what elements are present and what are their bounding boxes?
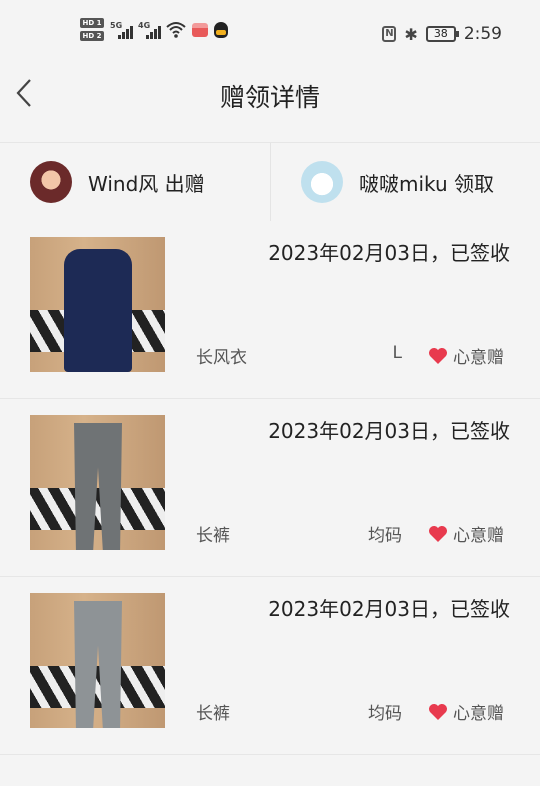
app-notification-icon	[192, 22, 208, 37]
battery-icon: 38	[425, 26, 459, 42]
hd1-badge: HD 1	[80, 18, 104, 28]
item-photo	[30, 415, 165, 550]
clock: 2:59	[463, 24, 502, 44]
hd2-badge: HD 2	[80, 31, 104, 41]
item-date: 2023年02月03日，已签收	[268, 419, 510, 443]
item-name: 长风衣	[196, 348, 247, 368]
item-photo	[30, 237, 165, 372]
page-title: 赠领详情	[219, 83, 320, 112]
status-right: N ✱ 38 2:59	[382, 24, 502, 44]
avatar	[301, 161, 343, 203]
nfc-icon: N	[382, 26, 397, 42]
signal-4g-icon: 4G	[138, 21, 161, 39]
giver-user[interactable]: Wind风 出赠	[30, 143, 205, 221]
status-bar: HD 1 HD 2 5G 4G N ✱ 38 2:59	[0, 0, 540, 66]
list-item[interactable]: 2023年02月03日，已签收 长裤 均码 心意赠	[0, 577, 540, 755]
item-name: 长裤	[196, 704, 230, 724]
list-item[interactable]: 2023年02月03日，已签收 长裤 均码 心意赠	[0, 399, 540, 577]
receiver-name: 啵啵miku 领取	[359, 171, 495, 196]
divider	[270, 143, 271, 221]
item-size: 均码	[368, 526, 402, 546]
signal-5g-icon: 5G	[110, 21, 133, 39]
item-date: 2023年02月03日，已签收	[268, 597, 510, 621]
wifi-icon	[166, 21, 186, 38]
item-size: L	[392, 343, 402, 363]
bluetooth-icon: ✱	[404, 24, 418, 44]
item-tag: 心意赠	[453, 348, 504, 368]
giver-name: Wind风 出赠	[88, 171, 205, 196]
receiver-user[interactable]: 啵啵miku 领取	[301, 143, 494, 221]
item-tag: 心意赠	[453, 704, 504, 724]
avatar	[30, 161, 72, 203]
hd-indicator: HD 1 HD 2	[80, 18, 104, 41]
nav-bar: 赠领详情	[0, 66, 540, 142]
giver-receiver-bar: Wind风 出赠 啵啵miku 领取	[0, 142, 540, 222]
item-size: 均码	[368, 704, 402, 724]
heart-icon	[429, 348, 447, 364]
item-photo	[30, 593, 165, 728]
qq-icon	[214, 21, 228, 38]
item-date: 2023年02月03日，已签收	[268, 241, 510, 265]
item-name: 长裤	[196, 526, 230, 546]
heart-icon	[429, 526, 447, 542]
list-item[interactable]: 2023年02月03日，已签收 长风衣 L 心意赠	[0, 221, 540, 399]
status-left: HD 1 HD 2 5G 4G	[80, 18, 228, 41]
item-tag: 心意赠	[453, 526, 504, 546]
heart-icon	[429, 704, 447, 720]
